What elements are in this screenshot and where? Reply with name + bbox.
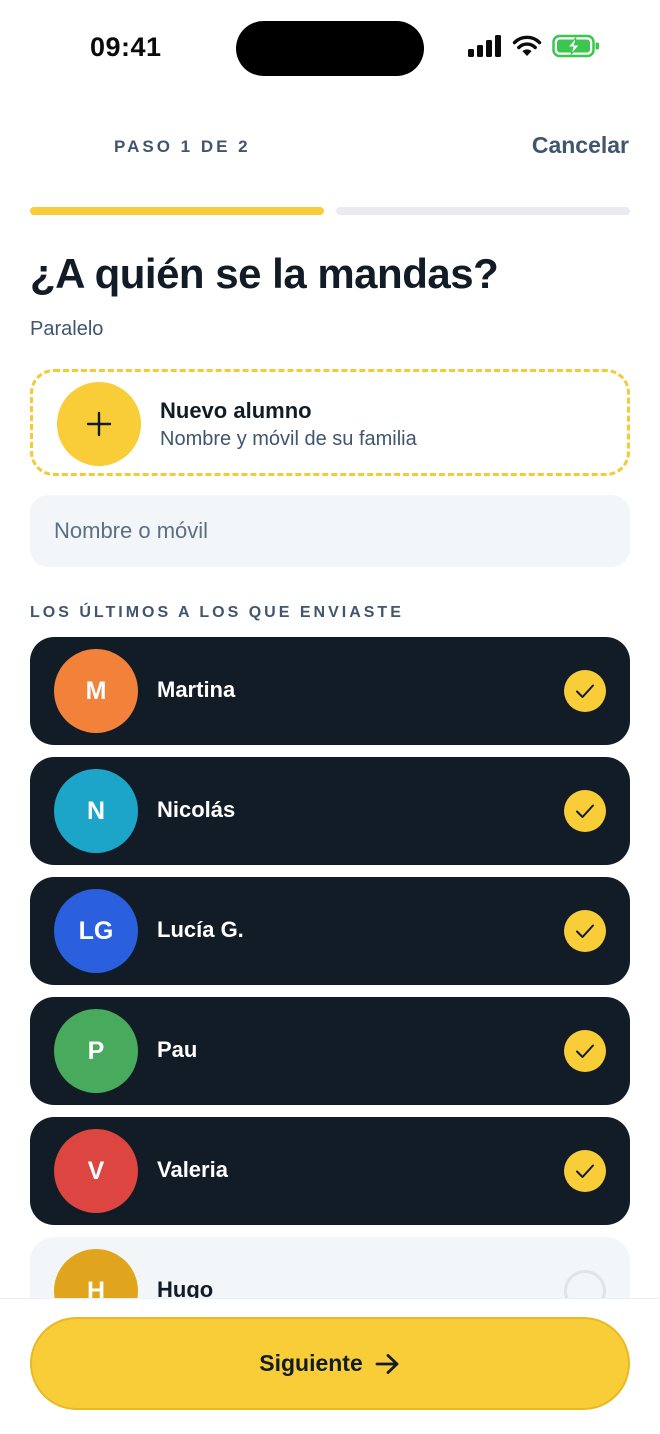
- avatar: N: [54, 769, 138, 853]
- progress-segment-2: [336, 207, 630, 215]
- next-button-label: Siguiente: [259, 1350, 363, 1376]
- recent-section-label: LOS ÚLTIMOS A LOS QUE ENVIASTE: [30, 604, 404, 621]
- student-item[interactable]: M Martina: [30, 637, 630, 745]
- student-item[interactable]: N Nicolás: [30, 757, 630, 865]
- avatar: P: [54, 1009, 138, 1093]
- check-icon[interactable]: [564, 790, 606, 832]
- student-name: Hugo: [157, 1277, 214, 1298]
- new-student-button[interactable]: Nuevo alumno Nombre y móvil de su famili…: [30, 369, 630, 476]
- new-student-title: Nuevo alumno: [160, 398, 312, 423]
- cancel-button[interactable]: Cancelar: [532, 132, 629, 159]
- next-button[interactable]: Siguiente: [30, 1317, 630, 1410]
- student-name: Lucía G.: [157, 917, 244, 942]
- step-progress-bar: [30, 207, 630, 215]
- check-icon[interactable]: [564, 1150, 606, 1192]
- progress-segment-1: [30, 207, 324, 215]
- cellular-signal-icon: [468, 35, 501, 57]
- student-item[interactable]: V Valeria: [30, 1117, 630, 1225]
- step-indicator: PASO 1 DE 2: [114, 137, 251, 156]
- page-title: ¿A quién se la mandas?: [30, 250, 499, 297]
- search-input[interactable]: [30, 495, 630, 567]
- header: PASO 1 DE 2 Cancelar: [0, 120, 660, 176]
- dynamic-island: [236, 21, 424, 76]
- status-time: 09:41: [90, 32, 162, 62]
- check-icon[interactable]: [564, 1030, 606, 1072]
- wifi-icon: [512, 35, 542, 56]
- student-name: Valeria: [157, 1157, 228, 1182]
- check-circle-empty-icon[interactable]: [564, 1270, 606, 1298]
- student-list[interactable]: M Martina N Nicolás LG Lucía G. P Pau V …: [30, 637, 630, 1298]
- student-item[interactable]: LG Lucía G.: [30, 877, 630, 985]
- avatar: LG: [54, 889, 138, 973]
- footer: Siguiente: [0, 1298, 660, 1434]
- status-icons: [468, 34, 600, 58]
- page-subtitle: Paralelo: [30, 318, 104, 340]
- student-item[interactable]: P Pau: [30, 997, 630, 1105]
- avatar: M: [54, 649, 138, 733]
- arrow-right-icon: [375, 1353, 399, 1374]
- battery-charging-icon: [552, 34, 599, 58]
- avatar: H: [54, 1249, 138, 1298]
- check-icon[interactable]: [564, 910, 606, 952]
- student-item[interactable]: H Hugo: [30, 1237, 630, 1298]
- plus-icon: [57, 382, 141, 466]
- check-icon[interactable]: [564, 670, 606, 712]
- student-name: Martina: [157, 677, 236, 702]
- student-name: Nicolás: [157, 797, 236, 822]
- status-bar: 09:41: [0, 0, 660, 96]
- new-student-subtitle: Nombre y móvil de su familia: [160, 428, 417, 450]
- student-name: Pau: [157, 1037, 198, 1062]
- avatar: V: [54, 1129, 138, 1213]
